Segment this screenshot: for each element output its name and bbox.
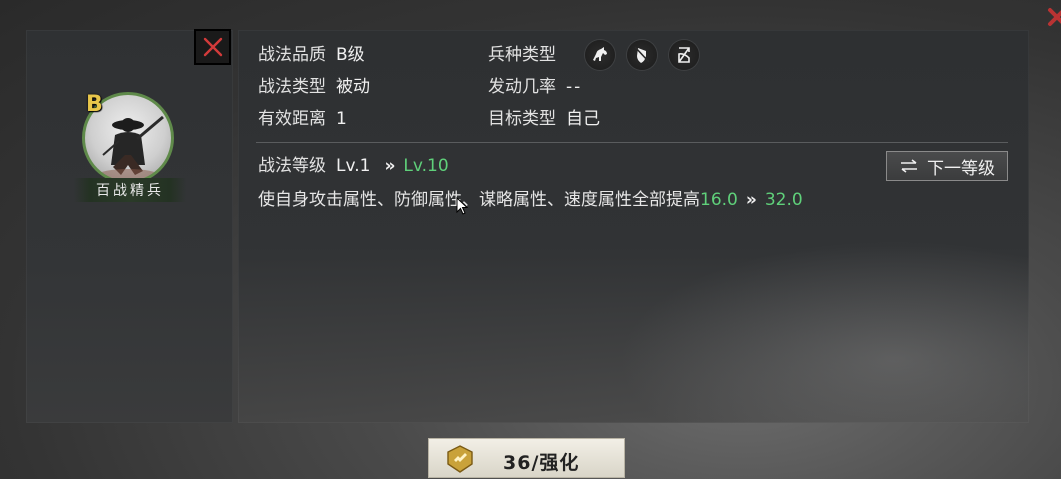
close-button[interactable] [194,29,231,65]
description-value-from: 16.0 [700,190,738,210]
level-current: Lv.1 [336,156,371,176]
target-label: 目标类型 [488,109,556,129]
level-label: 战法等级 [258,156,326,176]
bow-icon [669,40,699,70]
quality-row: 战法品质 B级 [258,45,365,65]
close-icon [203,37,222,57]
skill-description: 使自身攻击属性、防御属性、谋略属性、速度属性全部提高16.0 » 32.0 [258,190,803,210]
troop-label: 兵种类型 [488,45,556,65]
troop-icons [585,40,699,70]
type-value: 被动 [336,77,370,97]
background-art [618,240,1029,423]
range-label: 有效距离 [258,109,326,129]
rate-label: 发动几率 [488,77,556,97]
enhance-icon [447,445,473,473]
outer-close-icon[interactable] [1042,4,1061,34]
grade-letter: B [86,92,103,117]
mouse-cursor-icon [456,197,468,215]
target-row: 目标类型 自己 [488,109,600,129]
level-row: 战法等级 Lv.1 » Lv.10 [258,156,449,176]
cavalry-icon [585,40,615,70]
range-row: 有效距离 1 [258,109,347,129]
section-divider [256,142,1008,143]
next-level-button[interactable]: 下一等级 [886,151,1008,181]
description-arrow: » [745,190,757,210]
enhance-label: 36/强化 [503,452,580,474]
quality-value: B级 [336,45,365,65]
level-arrow: » [384,156,396,176]
type-label: 战法类型 [258,77,326,97]
quality-label: 战法品质 [258,45,326,65]
range-value: 1 [336,109,347,129]
skill-name: 百战精兵 [74,178,186,202]
skill-emblem: B 百战精兵 [74,88,186,208]
next-level-label: 下一等级 [927,158,995,179]
rate-value: -- [566,77,583,97]
type-row: 战法类型 被动 [258,77,370,97]
level-max: Lv.10 [403,156,449,176]
swap-icon [901,159,917,173]
description-text: 使自身攻击属性、防御属性、谋略属性、速度属性全部提高 [258,190,700,210]
troop-row: 兵种类型 [488,45,556,65]
description-value-to: 32.0 [764,190,803,210]
shield-icon [627,40,657,70]
target-value: 自己 [566,109,600,129]
rate-row: 发动几率 -- [488,77,582,97]
enhance-button[interactable]: 36/强化 [428,438,625,478]
